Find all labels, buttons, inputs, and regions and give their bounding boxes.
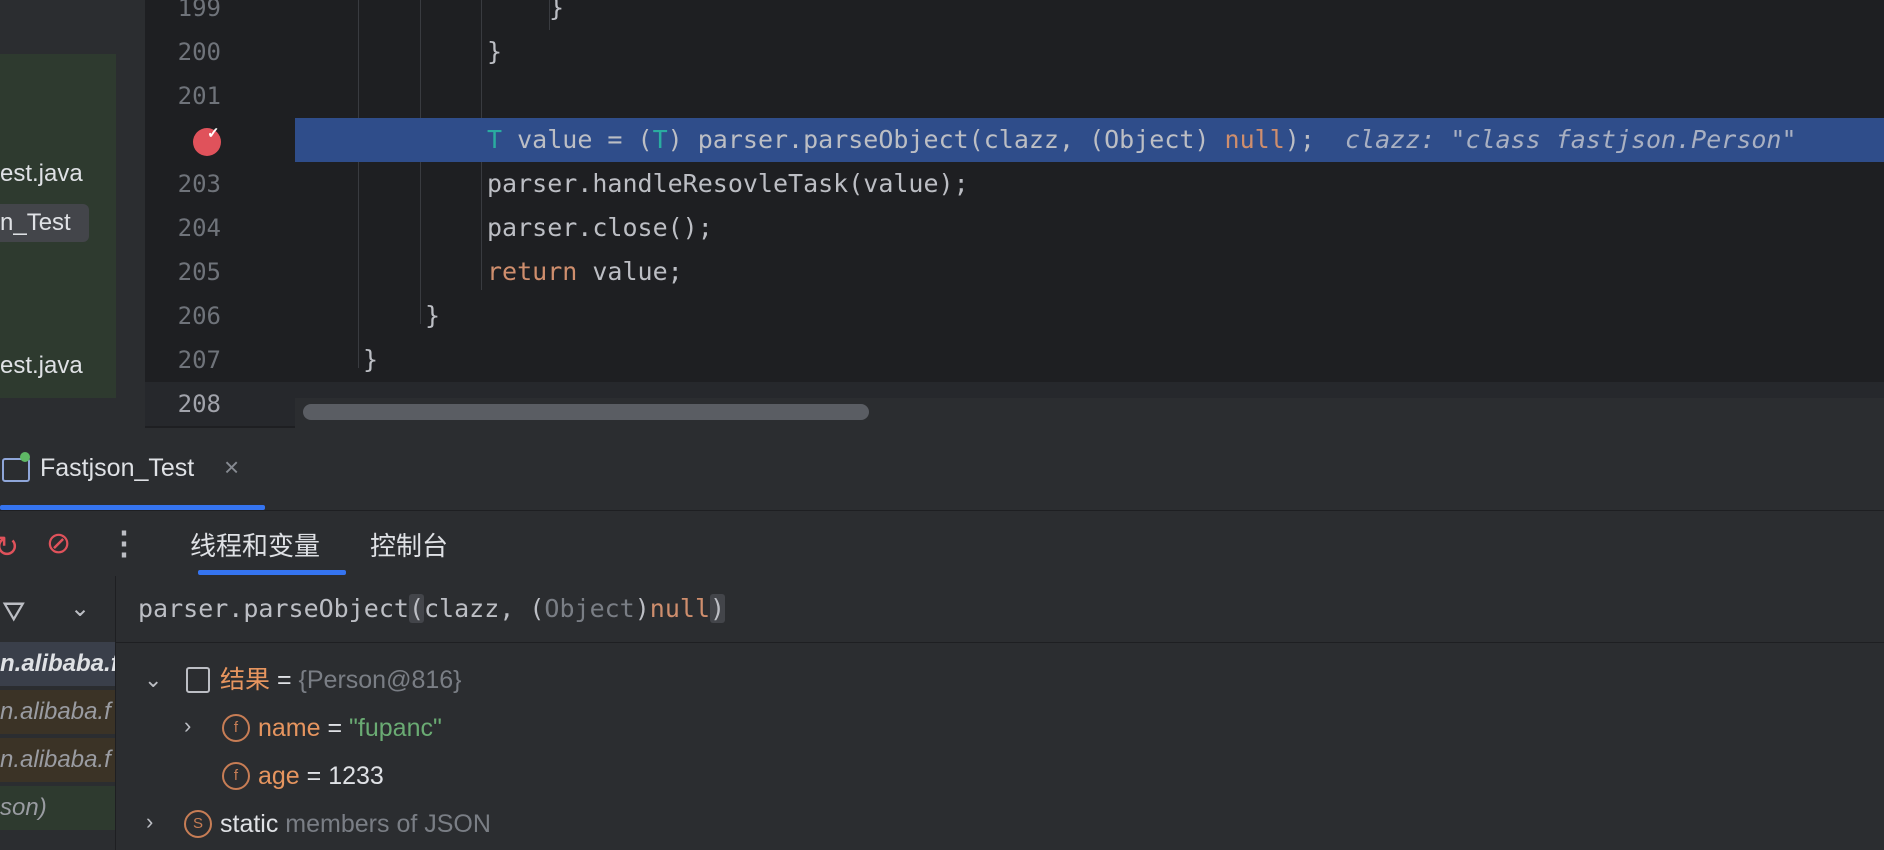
line-number: 199 bbox=[177, 0, 221, 22]
line-number: 205 bbox=[177, 258, 221, 286]
filter-icon[interactable]: ⛛ bbox=[2, 596, 26, 629]
line-number: 203 bbox=[177, 170, 221, 198]
chevron-down-icon[interactable]: ⌄ bbox=[70, 594, 90, 623]
tab-threads-variables[interactable]: 线程和变量 bbox=[190, 526, 320, 563]
evaluate-expression-text: parser.parseObject(clazz, (Object)null) bbox=[138, 594, 726, 623]
field-icon: f bbox=[222, 762, 250, 790]
project-file-item-selected[interactable]: n_Test bbox=[0, 204, 89, 242]
variable-value: 1233 bbox=[328, 762, 384, 790]
code-line-203[interactable]: 203 parser.handleResovleTask(value); bbox=[145, 162, 1884, 206]
inline-debug-value: clazz: "class fastjson.Person" bbox=[1344, 125, 1797, 154]
variable-row-static[interactable]: › S static members of JSON bbox=[116, 800, 1884, 848]
equals-sign: = bbox=[270, 666, 299, 694]
calculator-icon bbox=[186, 667, 210, 693]
line-number: 204 bbox=[177, 214, 221, 242]
code-line-201[interactable]: 201 bbox=[145, 74, 1884, 118]
project-file-item[interactable]: est.java bbox=[0, 351, 83, 381]
active-tab-indicator bbox=[198, 570, 346, 575]
variable-name: age bbox=[258, 762, 300, 790]
variable-value: "fupanc" bbox=[349, 714, 442, 742]
code-line-202-current[interactable]: T value = (T) parser.parseObject(clazz, … bbox=[145, 118, 1884, 162]
variable-name: name bbox=[258, 714, 321, 742]
variable-value: {Person@816} bbox=[298, 666, 462, 694]
mute-breakpoints-icon[interactable]: ⊘ bbox=[46, 526, 71, 561]
line-number: 206 bbox=[177, 302, 221, 330]
debug-session-tab-bar: Fastjson_Test × bbox=[0, 428, 1884, 511]
more-options-icon[interactable]: ⋮ bbox=[108, 524, 140, 562]
equals-sign: = bbox=[299, 762, 329, 790]
code-line-199[interactable]: 199 } bbox=[145, 0, 1884, 30]
tab-console[interactable]: 控制台 bbox=[370, 526, 448, 563]
line-number: 201 bbox=[177, 82, 221, 110]
project-tree-panel: est.java n_Test est.java bbox=[0, 0, 145, 428]
chevron-right-icon[interactable]: › bbox=[146, 798, 153, 846]
code-text: parser.close(); bbox=[487, 213, 713, 242]
frames-pane: ⛛ ⌄ n.alibaba.f n.alibaba.f n.alibaba.f … bbox=[0, 576, 116, 850]
code-text: } bbox=[549, 0, 565, 22]
code-editor[interactable]: 199 } 200 } 201 T value = (T) parser.par… bbox=[145, 0, 1884, 428]
code-line-204[interactable]: 204 parser.close(); bbox=[145, 206, 1884, 250]
line-number: 207 bbox=[177, 346, 221, 374]
horizontal-scrollbar-thumb[interactable] bbox=[303, 404, 869, 420]
debug-tool-window: Fastjson_Test × ↻ ⊘ ⋮ 线程和变量 控制台 ⛛ ⌄ n.al… bbox=[0, 428, 1884, 850]
running-status-dot bbox=[20, 452, 30, 462]
rerun-icon[interactable]: ↻ bbox=[0, 530, 19, 565]
line-number: 208 bbox=[177, 390, 221, 418]
static-icon: S bbox=[184, 810, 212, 838]
code-line-206[interactable]: 206 } bbox=[145, 294, 1884, 338]
variable-row-age[interactable]: f age = 1233 bbox=[116, 752, 1884, 800]
close-icon[interactable]: × bbox=[224, 452, 239, 483]
line-number: 200 bbox=[177, 38, 221, 66]
chevron-down-icon[interactable]: ⌄ bbox=[144, 656, 162, 704]
stack-frame-item[interactable]: n.alibaba.f bbox=[0, 738, 115, 782]
field-icon: f bbox=[222, 714, 250, 742]
code-line-200[interactable]: 200 } bbox=[145, 30, 1884, 74]
stack-frame-item[interactable]: son) bbox=[0, 786, 115, 830]
chevron-right-icon[interactable]: › bbox=[184, 702, 191, 750]
variable-name: 结果 bbox=[220, 666, 271, 694]
project-file-item[interactable]: est.java bbox=[0, 159, 83, 189]
variable-row-name[interactable]: › f name = "fupanc" bbox=[116, 704, 1884, 752]
code-text: parser.handleResovleTask(value); bbox=[487, 169, 969, 198]
evaluate-expression-field[interactable]: parser.parseObject(clazz, (Object)null) bbox=[116, 576, 1884, 643]
code-text: } bbox=[487, 37, 503, 66]
breakpoint-check-icon: ✓ bbox=[207, 125, 220, 142]
code-line-207[interactable]: 207 } bbox=[145, 338, 1884, 382]
equals-sign: = bbox=[320, 714, 350, 742]
code-line-205[interactable]: 205 return value; bbox=[145, 250, 1884, 294]
code-text: } bbox=[425, 301, 441, 330]
variable-row-result[interactable]: ⌄ 结果 = {Person@816} bbox=[116, 656, 1884, 704]
debug-session-tab[interactable]: Fastjson_Test bbox=[40, 454, 194, 483]
variable-value: members of JSON bbox=[278, 810, 491, 838]
stack-frame-item[interactable]: n.alibaba.f bbox=[0, 642, 115, 686]
code-text: return value; bbox=[487, 257, 683, 286]
stack-frame-item[interactable]: n.alibaba.f bbox=[0, 690, 115, 734]
variable-name: static bbox=[220, 810, 279, 838]
code-text: } bbox=[363, 345, 379, 374]
debug-toolbar: ↻ ⊘ ⋮ 线程和变量 控制台 bbox=[0, 510, 1884, 577]
code-text: T value = (T) parser.parseObject(clazz, … bbox=[487, 125, 1797, 154]
